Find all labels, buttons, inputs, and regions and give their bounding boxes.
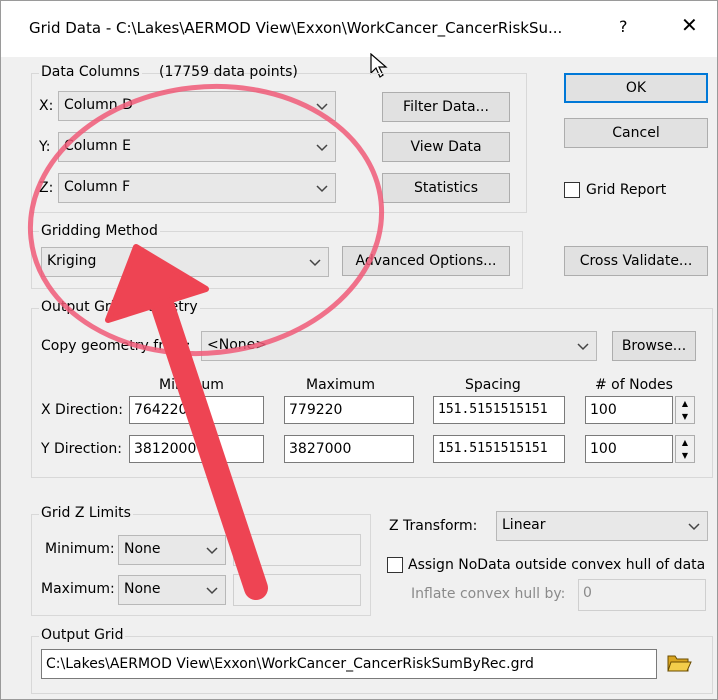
y-spacing-input[interactable]: 151.5151515151 — [433, 435, 565, 463]
title-bar: Grid Data - C:\Lakes\AERMOD View\Exxon\W… — [1, 1, 717, 57]
z-column-label: Z: — [39, 180, 54, 196]
z-column-value: Column F — [64, 179, 131, 195]
x-direction-label: X Direction: — [41, 402, 124, 418]
help-button[interactable]: ? — [619, 17, 628, 36]
z-min-label: Minimum: — [45, 541, 115, 557]
z-min-value: None — [124, 541, 161, 557]
chevron-down-icon — [316, 103, 328, 111]
cross-validate-button[interactable]: Cross Validate... — [564, 246, 708, 276]
copy-geometry-value: <None> — [207, 337, 267, 353]
y-direction-label: Y Direction: — [41, 441, 122, 457]
browse-button[interactable]: Browse... — [612, 331, 696, 361]
y-column-label: Y: — [39, 139, 51, 155]
x-column-select[interactable]: Column D — [58, 91, 336, 121]
copy-geometry-select[interactable]: <None> — [201, 331, 597, 361]
spin-down-icon[interactable]: ▼ — [676, 449, 694, 462]
x-column-value: Column D — [64, 97, 133, 113]
data-columns-label: Data Columns — [39, 64, 142, 80]
grid-z-limits-label: Grid Z Limits — [39, 505, 133, 521]
close-button[interactable]: ✕ — [681, 13, 698, 37]
z-transform-select[interactable]: Linear — [496, 511, 708, 541]
y-max-input[interactable]: 3827000 — [284, 435, 414, 463]
x-column-label: X: — [39, 98, 54, 114]
output-grid-path-input[interactable]: C:\Lakes\AERMOD View\Exxon\WorkCancer_Ca… — [41, 649, 657, 679]
z-min-input — [233, 534, 361, 566]
chevron-down-icon — [577, 343, 589, 351]
x-spacing-input[interactable]: 151.5151515151 — [433, 396, 565, 424]
chevron-down-icon — [316, 185, 328, 193]
y-column-value: Column E — [64, 138, 131, 154]
inflate-hull-input: 0 — [578, 579, 706, 611]
maximum-column-header: Maximum — [306, 377, 375, 393]
spacing-column-header: Spacing — [465, 377, 521, 393]
output-grid-label: Output Grid — [39, 627, 126, 643]
gridding-method-select[interactable]: Kriging — [41, 247, 329, 277]
spin-down-icon[interactable]: ▼ — [676, 410, 694, 423]
filter-data-button[interactable]: Filter Data... — [382, 92, 510, 122]
z-column-select[interactable]: Column F — [58, 173, 336, 203]
z-min-select[interactable]: None — [118, 535, 226, 565]
view-data-button[interactable]: View Data — [382, 132, 510, 162]
output-grid-geometry-label: Output Grid Geometry — [39, 299, 200, 315]
z-max-input — [233, 574, 361, 606]
x-min-input[interactable]: 764220 — [129, 396, 264, 424]
z-transform-value: Linear — [502, 517, 546, 533]
grid-report-checkbox[interactable] — [564, 182, 580, 198]
y-nodes-spinner[interactable]: ▲ ▼ — [675, 435, 695, 463]
z-transform-label: Z Transform: — [389, 518, 478, 534]
gridding-method-value: Kriging — [47, 253, 97, 269]
ok-button[interactable]: OK — [564, 73, 708, 103]
spin-up-icon[interactable]: ▲ — [676, 397, 694, 410]
y-min-input[interactable]: 3812000 — [129, 435, 264, 463]
z-max-value: None — [124, 581, 161, 597]
z-max-label: Maximum: — [41, 581, 115, 597]
z-max-select[interactable]: None — [118, 575, 226, 605]
cancel-button[interactable]: Cancel — [564, 118, 708, 148]
x-nodes-input[interactable]: 100 — [585, 396, 673, 424]
y-nodes-input[interactable]: 100 — [585, 435, 673, 463]
y-column-select[interactable]: Column E — [58, 132, 336, 162]
chevron-down-icon — [688, 523, 700, 531]
grid-data-dialog: Grid Data - C:\Lakes\AERMOD View\Exxon\W… — [0, 0, 718, 700]
chevron-down-icon — [206, 547, 218, 555]
x-nodes-spinner[interactable]: ▲ ▼ — [675, 396, 695, 424]
open-folder-icon[interactable] — [666, 652, 692, 674]
assign-nodata-checkbox[interactable] — [387, 557, 403, 573]
inflate-hull-label: Inflate convex hull by: — [411, 586, 566, 602]
window-title: Grid Data - C:\Lakes\AERMOD View\Exxon\W… — [29, 19, 563, 37]
data-points-count: (17759 data points) — [159, 64, 298, 80]
statistics-button[interactable]: Statistics — [382, 173, 510, 203]
chevron-down-icon — [309, 259, 321, 267]
gridding-method-label: Gridding Method — [39, 223, 160, 239]
x-max-input[interactable]: 779220 — [284, 396, 414, 424]
copy-geometry-label: Copy geometry from: — [41, 338, 191, 354]
grid-report-label: Grid Report — [586, 182, 667, 198]
nodes-column-header: # of Nodes — [595, 377, 673, 393]
minimum-column-header: Minimum — [159, 377, 224, 393]
chevron-down-icon — [316, 144, 328, 152]
spin-up-icon[interactable]: ▲ — [676, 436, 694, 449]
assign-nodata-label: Assign NoData outside convex hull of dat… — [408, 557, 706, 573]
chevron-down-icon — [206, 587, 218, 595]
advanced-options-button[interactable]: Advanced Options... — [342, 246, 510, 276]
